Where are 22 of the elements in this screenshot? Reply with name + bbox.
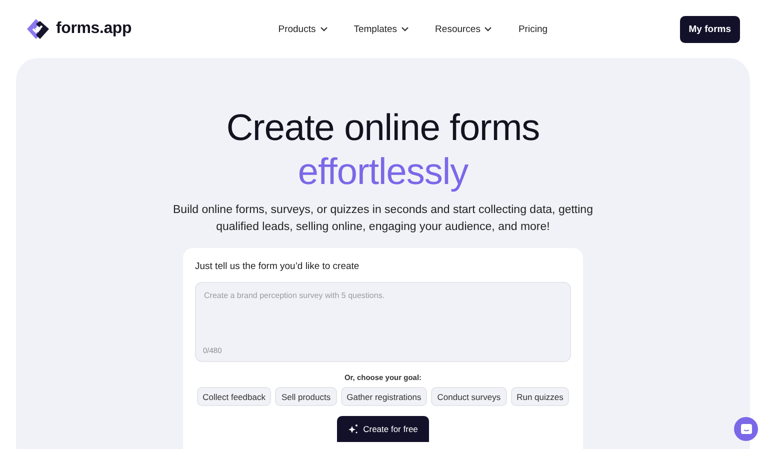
sparkle-icon (348, 424, 358, 434)
goal-chip[interactable]: Collect feedback (196, 387, 272, 406)
goal-chip[interactable]: Conduct surveys (431, 387, 507, 406)
chevron-down-icon (320, 26, 328, 32)
chat-button[interactable] (734, 417, 758, 441)
goal-chip[interactable]: Sell products (275, 387, 337, 406)
hero-subtitle: Build online forms, surveys, or quizzes in seconds and start collecting data, getting qualified leads, selling online, engaging your audience, and more! (173, 203, 593, 235)
nav-link[interactable]: Templates (354, 24, 410, 34)
nav-link[interactable]: Resources (435, 24, 492, 34)
my-forms-button[interactable]: My forms (680, 16, 740, 42)
nav-link[interactable]: Products (278, 24, 328, 34)
hero-title: Create online forms effortlessly (226, 106, 540, 194)
prompt-label: Just tell us the form you’d like to create (195, 261, 360, 272)
chevron-down-icon (401, 26, 410, 32)
chat-icon (740, 424, 752, 434)
logo-text: forms.app (56, 20, 132, 38)
goal-chip[interactable]: Gather registrations (340, 387, 428, 406)
goal-chip[interactable]: Run quizzes (510, 387, 570, 406)
nav-link[interactable]: Pricing (518, 24, 548, 34)
chevron-down-icon (484, 26, 492, 32)
create-for-free-button[interactable]: Create for free (337, 416, 429, 442)
logo-icon (26, 18, 50, 40)
